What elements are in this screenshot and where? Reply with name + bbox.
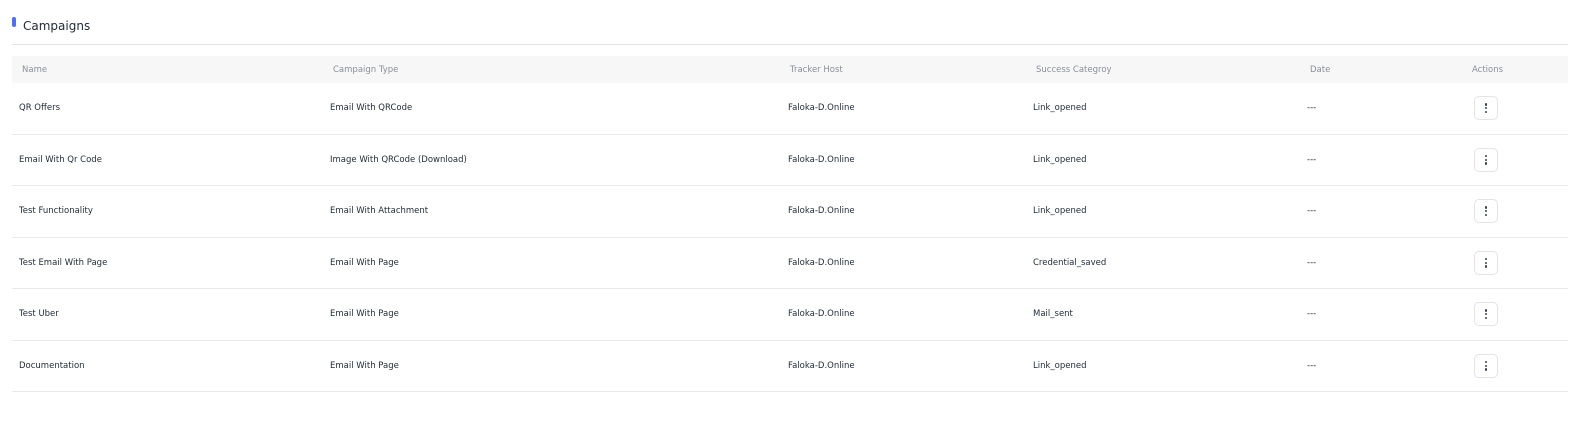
row-actions-button[interactable]: [1474, 250, 1498, 275]
column-header-success-category[interactable]: Success Categroy: [1036, 65, 1112, 75]
table-row[interactable]: Test Uber Email With Page Faloka-D.Onlin…: [12, 289, 1568, 341]
cell-date: ---: [1307, 103, 1317, 114]
campaigns-page: Campaigns Name Campaign Type Tracker Hos…: [0, 0, 1581, 428]
table-body: QR Offers Email With QRCode Faloka-D.Onl…: [12, 83, 1568, 392]
column-header-name[interactable]: Name: [22, 65, 47, 75]
cell-date: ---: [1307, 257, 1317, 268]
column-header-tracker-host[interactable]: Tracker Host: [790, 65, 843, 75]
cell-success-category: Link_opened: [1033, 206, 1087, 217]
cell-name[interactable]: Test Functionality: [19, 206, 93, 216]
cell-name[interactable]: Documentation: [19, 361, 85, 371]
row-actions-button[interactable]: [1474, 199, 1498, 224]
cell-date: ---: [1307, 206, 1317, 217]
cell-date: ---: [1307, 360, 1317, 371]
cell-name[interactable]: QR Offers: [19, 103, 60, 113]
cell-campaign-type: Image With QRCode (Download): [330, 154, 467, 165]
more-vertical-icon: [1484, 103, 1488, 114]
cell-campaign-type: Email With Attachment: [330, 206, 429, 217]
column-header-actions: Actions: [1472, 64, 1504, 75]
more-vertical-icon: [1484, 206, 1488, 217]
header-divider: [12, 44, 1568, 45]
table-row[interactable]: QR Offers Email With QRCode Faloka-D.Onl…: [12, 83, 1568, 135]
cell-campaign-type: Email With Page: [330, 309, 399, 320]
table-header: Name Campaign Type Tracker Host Success …: [12, 56, 1568, 83]
table-row[interactable]: Documentation Email With Page Faloka-D.O…: [12, 341, 1568, 392]
table-row[interactable]: Test Email With Page Email With Page Fal…: [12, 238, 1568, 289]
cell-success-category: Link_opened: [1033, 360, 1087, 371]
cell-tracker-host: Faloka-D.Online: [788, 206, 855, 217]
cell-name[interactable]: Test Uber: [19, 309, 59, 319]
page-header: Campaigns: [12, 14, 90, 38]
table-row[interactable]: Email With Qr Code Image With QRCode (Do…: [12, 135, 1568, 186]
cell-tracker-host: Faloka-D.Online: [788, 360, 855, 371]
cell-tracker-host: Faloka-D.Online: [788, 257, 855, 268]
cell-campaign-type: Email With Page: [330, 360, 399, 371]
row-actions-button[interactable]: [1474, 96, 1498, 121]
column-header-date[interactable]: Date: [1310, 65, 1330, 75]
more-vertical-icon: [1484, 154, 1488, 165]
cell-tracker-host: Faloka-D.Online: [788, 103, 855, 114]
cell-campaign-type: Email With Page: [330, 257, 399, 268]
column-header-campaign-type[interactable]: Campaign Type: [333, 65, 398, 75]
more-vertical-icon: [1484, 309, 1488, 320]
more-vertical-icon: [1484, 257, 1488, 268]
cell-success-category: Link_opened: [1033, 103, 1087, 114]
cell-name[interactable]: Test Email With Page: [19, 258, 107, 268]
campaigns-table: Name Campaign Type Tracker Host Success …: [12, 56, 1568, 392]
more-vertical-icon: [1484, 360, 1488, 371]
page-title: Campaigns: [23, 19, 91, 33]
cell-campaign-type: Email With QRCode: [330, 103, 413, 114]
cell-success-category: Link_opened: [1033, 154, 1087, 165]
table-row[interactable]: Test Functionality Email With Attachment…: [12, 186, 1568, 238]
cell-date: ---: [1307, 309, 1317, 320]
title-accent-bar: [12, 17, 16, 27]
row-actions-button[interactable]: [1474, 147, 1498, 172]
cell-tracker-host: Faloka-D.Online: [788, 309, 855, 320]
cell-success-category: Credential_saved: [1033, 257, 1107, 268]
row-actions-button[interactable]: [1474, 302, 1498, 327]
cell-name[interactable]: Email With Qr Code: [19, 155, 102, 165]
cell-date: ---: [1307, 154, 1317, 165]
cell-tracker-host: Faloka-D.Online: [788, 154, 855, 165]
cell-success-category: Mail_sent: [1033, 309, 1073, 320]
row-actions-button[interactable]: [1474, 353, 1498, 378]
